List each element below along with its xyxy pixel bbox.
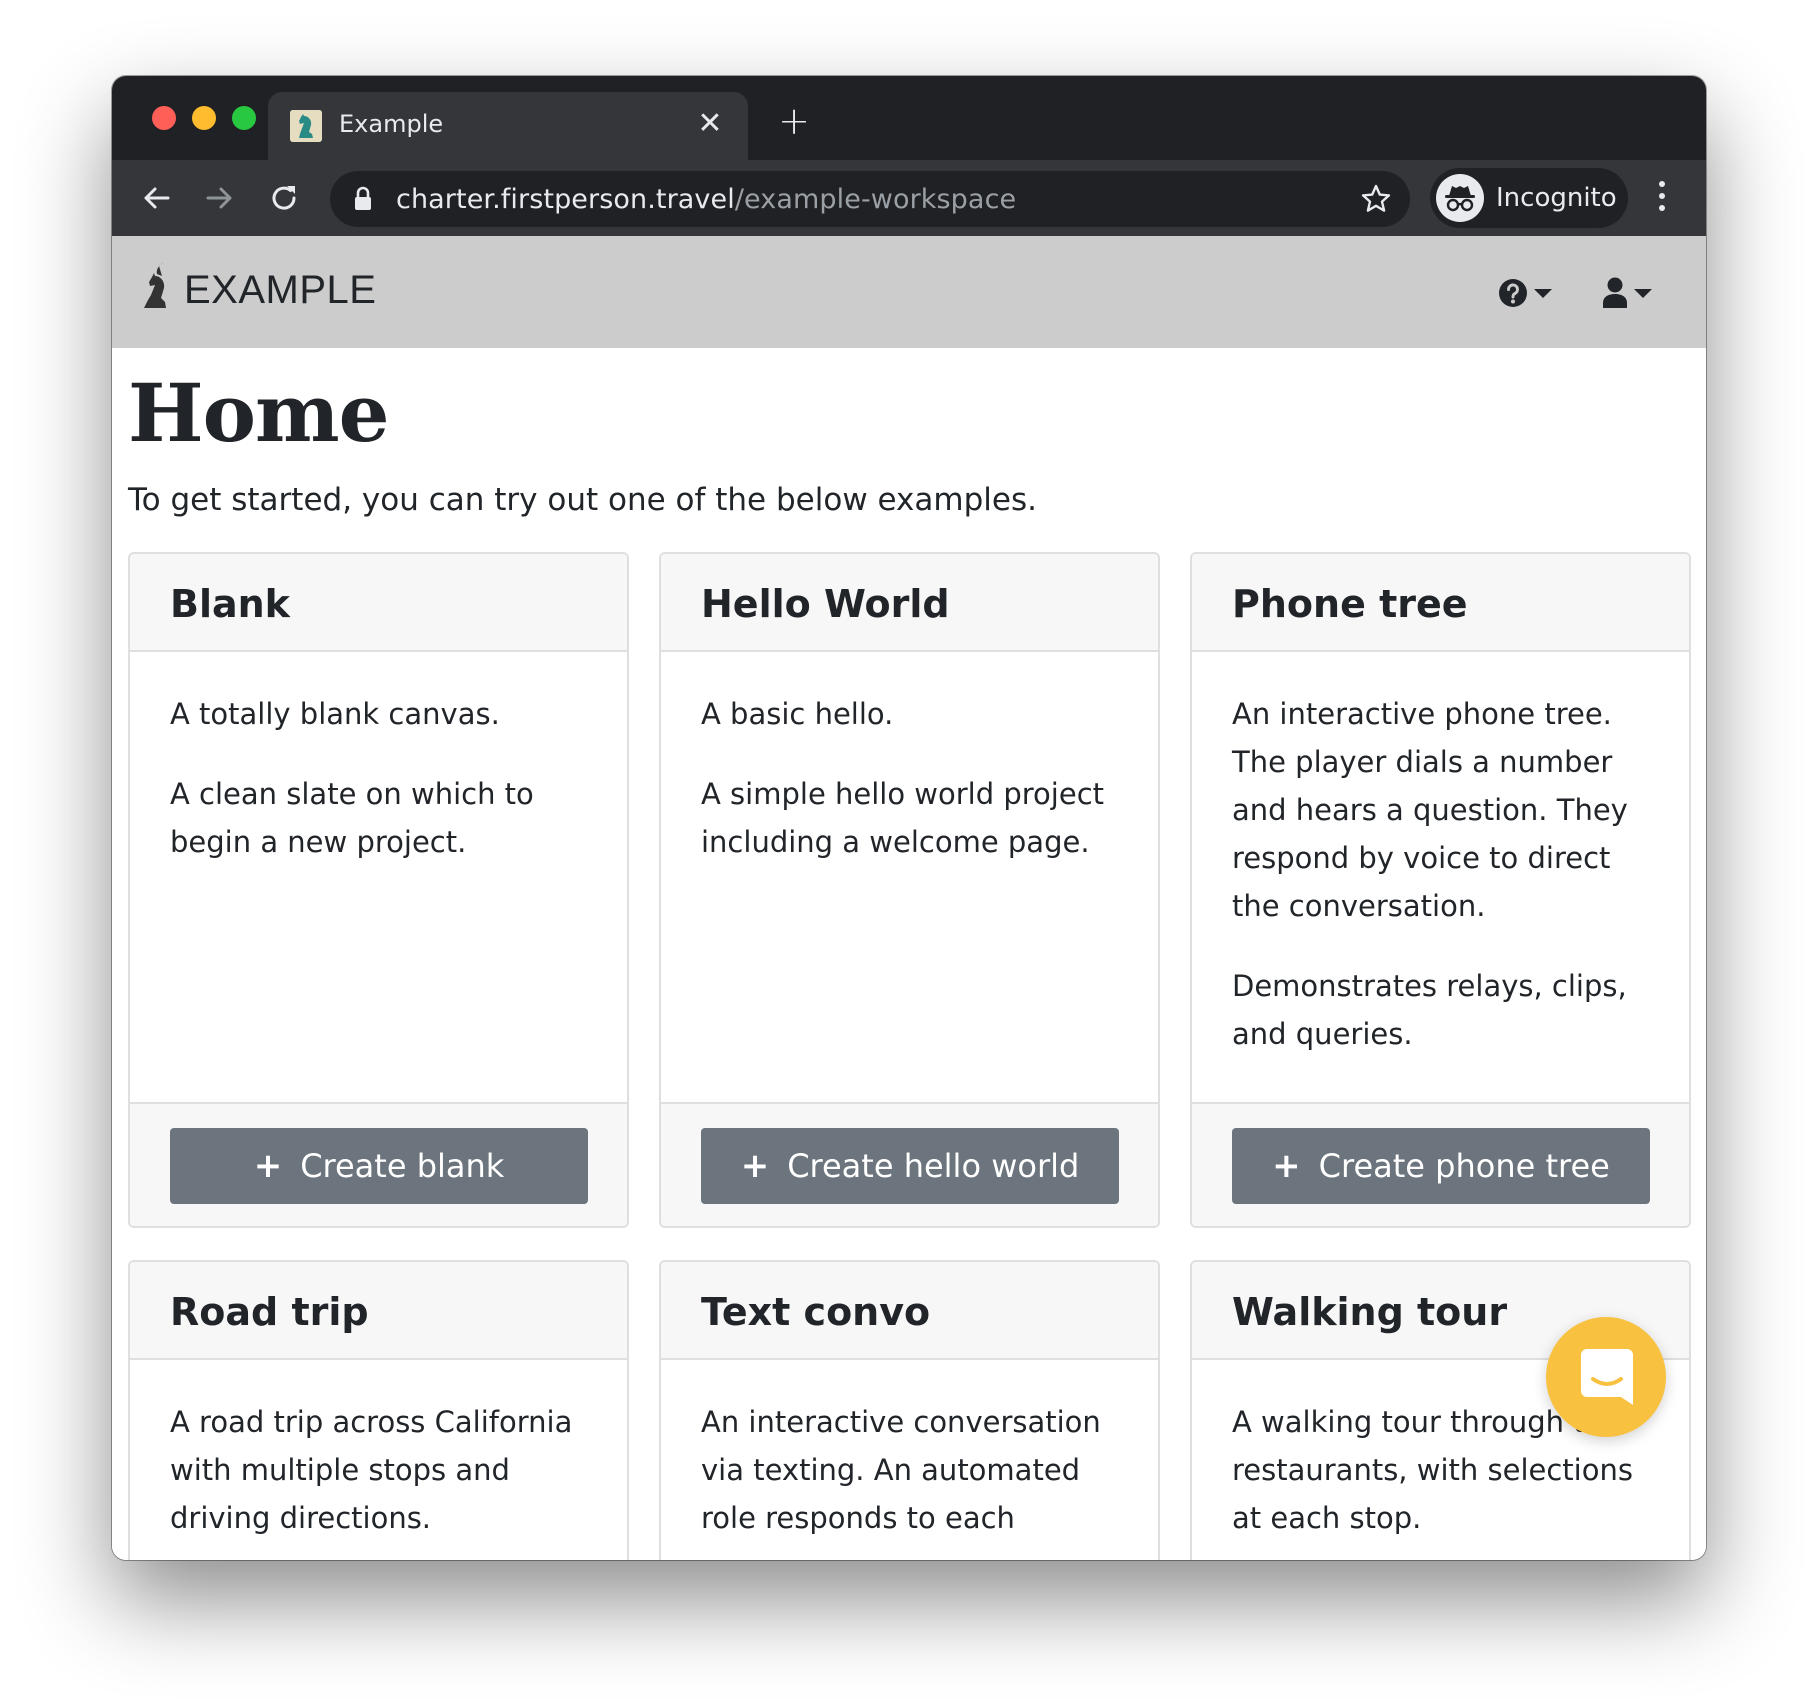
browser-window: Example ✕ + charter.firstperson.travel/e… [112, 76, 1706, 1560]
brand-name[interactable]: EXAMPLE [184, 268, 376, 313]
card-title: Blank [170, 582, 290, 626]
url-text[interactable]: charter.firstperson.travel/example-works… [396, 184, 1016, 215]
button-label: Create blank [300, 1147, 505, 1185]
plus-icon: + [740, 1146, 770, 1186]
card-text: A road trip across California with multi… [170, 1405, 573, 1535]
chess-knight-icon [290, 110, 322, 142]
tab-title: Example [339, 110, 444, 138]
card-text: A totally blank canvas. [170, 697, 500, 731]
incognito-label: Incognito [1496, 183, 1617, 213]
button-label: Create hello world [787, 1147, 1080, 1185]
reload-button[interactable] [264, 178, 304, 218]
button-label: Create phone tree [1318, 1147, 1610, 1185]
card-header: Phone tree [1192, 554, 1689, 652]
example-card-text-convo: Text convo An interactive conversation v… [659, 1260, 1160, 1560]
card-title: Hello World [701, 582, 950, 626]
back-button[interactable] [136, 178, 176, 218]
example-card-hello-world: Hello World A basic hello. A simple hell… [659, 552, 1160, 1228]
card-text: A basic hello. [701, 697, 894, 731]
incognito-indicator[interactable]: Incognito [1430, 168, 1628, 228]
tab-bar: Example ✕ + [112, 76, 1706, 160]
card-body: A road trip across California with multi… [170, 1398, 600, 1560]
star-icon[interactable] [1360, 183, 1392, 215]
minimize-window-button[interactable] [192, 106, 216, 130]
maximize-window-button[interactable] [232, 106, 256, 130]
card-title: Phone tree [1232, 582, 1468, 626]
card-text: Demonstrates relays, clips, and queries. [1232, 969, 1627, 1051]
card-footer: + Create phone tree [1192, 1102, 1689, 1226]
example-card-road-trip: Road trip A road trip across California … [128, 1260, 629, 1560]
forward-button[interactable] [200, 178, 240, 218]
url-path: /example-workspace [734, 184, 1017, 215]
browser-toolbar: charter.firstperson.travel/example-works… [112, 160, 1706, 236]
card-header: Text convo [661, 1262, 1158, 1360]
card-text: A simple hello world project including a… [701, 777, 1105, 859]
arrow-right-icon [206, 187, 232, 209]
arrow-left-icon [144, 187, 170, 209]
card-text: An interactive conversation via texting.… [701, 1405, 1101, 1535]
card-footer: + Create hello world [661, 1102, 1158, 1226]
chat-icon [1581, 1349, 1633, 1405]
close-window-button[interactable] [152, 106, 176, 130]
plus-icon: + [253, 1146, 283, 1186]
card-body: A totally blank canvas. A clean slate on… [170, 690, 600, 898]
card-text: A clean slate on which to begin a new pr… [170, 777, 534, 859]
chat-launcher-button[interactable] [1546, 1317, 1666, 1437]
chess-knight-icon[interactable] [140, 260, 172, 310]
card-body: An interactive phone tree. The player di… [1232, 690, 1662, 1090]
user-dropdown[interactable] [1602, 276, 1652, 310]
card-text: An interactive phone tree. The player di… [1232, 697, 1628, 923]
card-title: Road trip [170, 1290, 369, 1334]
card-title: Text convo [701, 1290, 931, 1334]
user-icon [1603, 277, 1627, 308]
lock-icon [355, 186, 371, 210]
new-tab-button[interactable]: + [774, 102, 814, 142]
url-host: charter.firstperson.travel [396, 184, 735, 215]
vertical-dots-icon[interactable] [1650, 178, 1674, 218]
intro-text: To get started, you can try out one of t… [128, 482, 1037, 518]
page-content: EXAMPLE Home To get started, you can try… [112, 236, 1706, 1560]
example-card-phone-tree: Phone tree An interactive phone tree. Th… [1190, 552, 1691, 1228]
chevron-down-icon [1534, 288, 1552, 298]
help-dropdown[interactable] [1498, 276, 1552, 310]
card-body: A basic hello. A simple hello world proj… [701, 690, 1131, 898]
card-footer: + Create blank [130, 1102, 627, 1226]
example-card-blank: Blank A totally blank canvas. A clean sl… [128, 552, 629, 1228]
reload-icon [272, 186, 296, 210]
card-title: Walking tour [1232, 1290, 1508, 1334]
create-hello-world-button[interactable]: + Create hello world [701, 1128, 1119, 1204]
chevron-down-icon [1634, 288, 1652, 298]
question-circle-icon [1499, 279, 1527, 307]
card-header: Blank [130, 554, 627, 652]
browser-tab[interactable]: Example ✕ [268, 92, 748, 160]
card-header: Hello World [661, 554, 1158, 652]
close-tab-icon[interactable]: ✕ [692, 106, 728, 142]
card-body: An interactive conversation via texting.… [701, 1398, 1131, 1560]
plus-icon: + [1272, 1146, 1301, 1186]
incognito-icon [1436, 174, 1484, 222]
create-phone-tree-button[interactable]: + Create phone tree [1232, 1128, 1650, 1204]
create-blank-button[interactable]: + Create blank [170, 1128, 588, 1204]
app-navbar: EXAMPLE [112, 236, 1706, 348]
page-title: Home [128, 366, 389, 460]
card-header: Road trip [130, 1262, 627, 1360]
address-bar[interactable]: charter.firstperson.travel/example-works… [330, 171, 1410, 227]
